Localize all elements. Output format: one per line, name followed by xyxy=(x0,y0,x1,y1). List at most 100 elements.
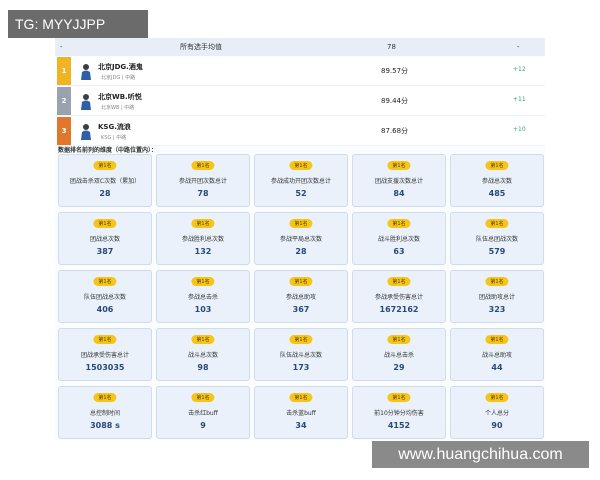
rank-badge: 第1名 xyxy=(485,335,509,344)
stat-card: 第1名 个人总分 90 xyxy=(450,386,544,439)
player-name: 北京JDG.酒鬼 xyxy=(98,63,143,71)
section-title: 数据排名前列的维度（中路位置内）： xyxy=(58,147,158,154)
ranking-row[interactable]: 2 北京WB.听悦 北京WB | 中路 89.44分 +11 xyxy=(55,87,545,116)
stat-value: 173 xyxy=(292,363,310,372)
stat-label: 战斗胜利总次数 xyxy=(377,236,420,243)
ranking-row[interactable]: 3 KSG.流浪 KSG | 中路 87.68分 +10 xyxy=(55,117,545,146)
stat-card: 第1名 团战支援次数总计 84 xyxy=(352,154,446,207)
ranking-list: 1 北京JDG.酒鬼 北京JDG | 中路 89.57分 +12 2 北京WB.听悦 北京WB… xyxy=(55,57,545,147)
stat-card: 第1名 团战总次数 387 xyxy=(58,212,152,265)
stat-card: 第1名 参战开团次数总计 78 xyxy=(156,154,250,207)
rank-badge: 2 xyxy=(57,87,71,115)
rank-badge: 第1名 xyxy=(485,161,509,170)
player-score: 89.44分 xyxy=(381,97,409,105)
stat-value: 84 xyxy=(393,189,405,198)
stat-value: 98 xyxy=(197,363,209,372)
summary-header: - 所有选手均值 78 - xyxy=(55,38,545,56)
watermark-bottom: www.huangchihua.com xyxy=(372,441,589,468)
player-score-diff: +11 xyxy=(513,96,526,103)
rank-badge: 第1名 xyxy=(191,219,215,228)
stat-label: 战斗总次数 xyxy=(187,352,218,359)
stat-label: 战斗总助攻 xyxy=(481,352,512,359)
stat-card: 第1名 团战承受伤害总计 1503035 xyxy=(58,328,152,381)
stat-card: 第1名 团战助攻总计 323 xyxy=(450,270,544,323)
rank-badge: 第1名 xyxy=(191,161,215,170)
stat-label: 击杀蓝buff xyxy=(286,410,316,417)
stat-value: 28 xyxy=(295,247,307,256)
rank-badge: 第1名 xyxy=(93,335,117,344)
rank-badge: 第1名 xyxy=(191,277,215,286)
stat-card: 第1名 战斗总次数 98 xyxy=(156,328,250,381)
player-team-role: KSG | 中路 xyxy=(101,135,127,141)
stat-card: 第1名 队伍团战总次数 406 xyxy=(58,270,152,323)
stat-value: 78 xyxy=(197,189,209,198)
player-team-role: 北京WB | 中路 xyxy=(101,105,135,111)
player-score: 89.57分 xyxy=(381,67,409,75)
stat-label: 参战胜利总次数 xyxy=(181,236,224,243)
stat-value: 579 xyxy=(488,247,506,256)
stat-card-grid: 第1名 团战击杀双C次数（累加） 28 第1名 参战开团次数总计 78 第1名 参战成功开团次… xyxy=(58,154,544,439)
stat-label: 总控制时间 xyxy=(89,410,120,417)
rank-badge: 第1名 xyxy=(289,335,313,344)
stat-card: 第1名 前10分钟分均伤害 4152 xyxy=(352,386,446,439)
stat-label: 团战总次数 xyxy=(89,236,120,243)
rank-badge: 第1名 xyxy=(289,219,313,228)
rank-badge: 3 xyxy=(57,117,71,145)
player-score-diff: +12 xyxy=(513,66,526,73)
stat-value: 63 xyxy=(393,247,405,256)
watermark-top: TG: MYYJJPP xyxy=(8,10,148,38)
stat-label: 前10分钟分均伤害 xyxy=(374,410,424,417)
player-score: 87.68分 xyxy=(381,127,409,135)
stat-value: 406 xyxy=(96,305,114,314)
player-name: 北京WB.听悦 xyxy=(98,93,142,101)
player-team-role: 北京JDG | 中路 xyxy=(101,75,136,81)
rank-badge: 第1名 xyxy=(289,277,313,286)
stat-card: 第1名 击杀红buff 9 xyxy=(156,386,250,439)
stat-label: 个人总分 xyxy=(484,410,509,417)
stat-card: 第1名参战胜利总次数 132 xyxy=(156,212,250,265)
rank-badge: 第1名 xyxy=(485,219,509,228)
stat-label: 团战助攻总计 xyxy=(478,294,515,301)
stat-card: 第1名 参战总次数 485 xyxy=(450,154,544,207)
stat-label: 战斗总击杀 xyxy=(383,352,414,359)
stat-value: 1503035 xyxy=(85,363,125,372)
ranking-row[interactable]: 1 北京JDG.酒鬼 北京JDG | 中路 89.57分 +12 xyxy=(55,57,545,86)
stat-value: 103 xyxy=(194,305,212,314)
stat-label: 参战总次数 xyxy=(481,178,512,185)
stat-label: 击杀红buff xyxy=(188,410,218,417)
stat-value: 387 xyxy=(96,247,114,256)
stat-value: 34 xyxy=(295,421,307,430)
stat-label: 队伍战斗总次数 xyxy=(279,352,322,359)
rank-badge: 第1名 xyxy=(289,161,313,170)
stat-value: 3088 s xyxy=(90,421,120,430)
player-name: KSG.流浪 xyxy=(98,123,131,131)
stats-panel: - 所有选手均值 78 - 1 北京JDG.酒鬼 北京JDG | 中路 89.57分 +… xyxy=(55,38,545,440)
stat-card: 第1名队伍战斗总次数 173 xyxy=(254,328,348,381)
player-score-diff: +10 xyxy=(513,126,526,133)
stat-card: 第1名 参战承受伤害总计 1672162 xyxy=(352,270,446,323)
stat-value: 367 xyxy=(292,305,310,314)
stat-value: 90 xyxy=(491,421,503,430)
stat-label: 团战击杀双C次数（累加） xyxy=(69,178,141,185)
player-avatar-icon xyxy=(81,94,91,110)
stat-value: 323 xyxy=(488,305,506,314)
stat-label: 队伍总团战次数 xyxy=(475,236,518,243)
stat-value: 29 xyxy=(393,363,405,372)
stat-value: 44 xyxy=(491,363,503,372)
rank-badge: 第1名 xyxy=(387,393,411,402)
stat-value: 132 xyxy=(194,247,212,256)
rank-badge: 第1名 xyxy=(93,161,117,170)
rank-badge: 第1名 xyxy=(387,335,411,344)
stat-label: 团战支援次数总计 xyxy=(374,178,423,185)
rank-badge: 第1名 xyxy=(289,393,313,402)
rank-badge: 第1名 xyxy=(387,219,411,228)
stat-card: 第1名 参战总击杀 103 xyxy=(156,270,250,323)
stat-card: 第1名击杀蓝buff 34 xyxy=(254,386,348,439)
summary-header-average-label: 所有选手均值 xyxy=(180,43,222,51)
stat-card: 第1名战斗总击杀 29 xyxy=(352,328,446,381)
stat-label: 参战平局总次数 xyxy=(279,236,322,243)
stat-label: 参战成功开团次数总计 xyxy=(270,178,331,185)
stat-card: 第1名参战平局总次数 28 xyxy=(254,212,348,265)
stat-card: 第1名战斗总助攻 44 xyxy=(450,328,544,381)
rank-badge: 第1名 xyxy=(191,393,215,402)
